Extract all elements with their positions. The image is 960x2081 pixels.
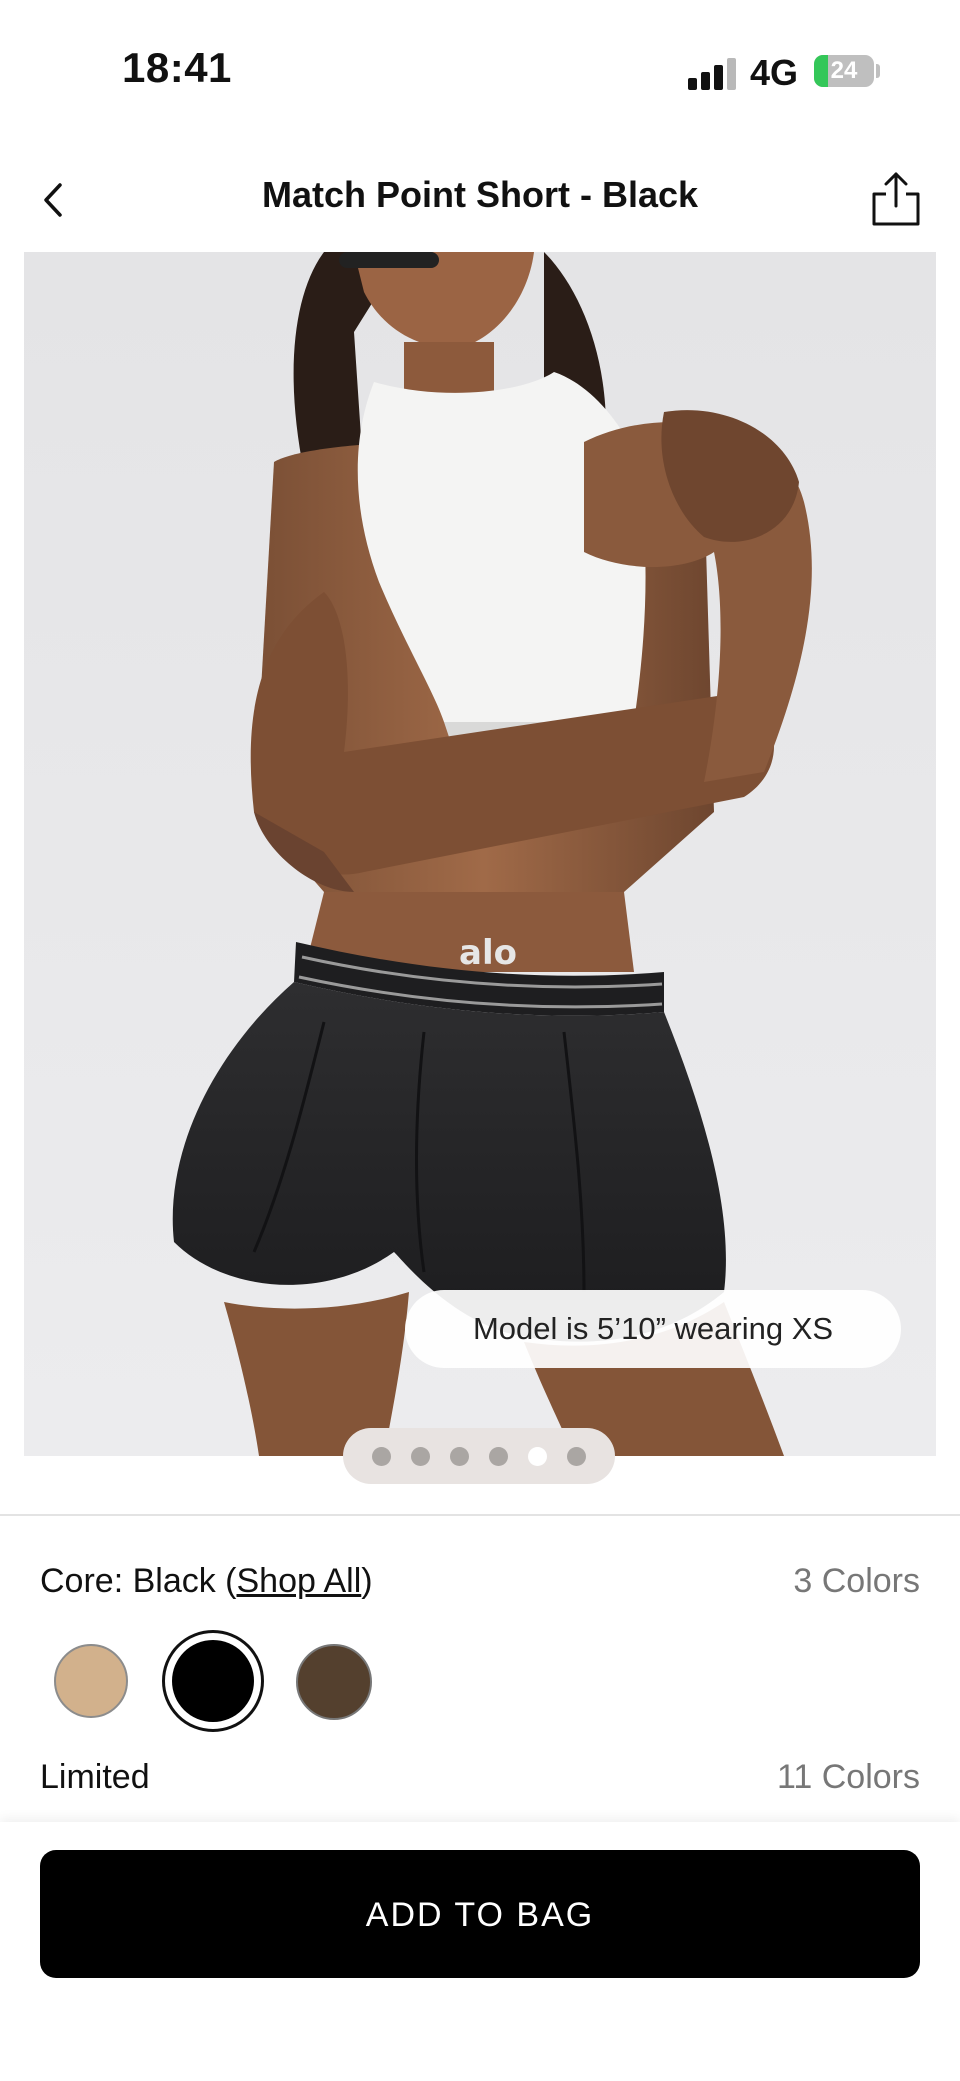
brand-mark: alo <box>459 933 517 973</box>
core-color-prefix: Core: Black ( <box>40 1562 237 1600</box>
page-dot[interactable] <box>450 1447 469 1466</box>
model-size-note: Model is 5’10” wearing XS <box>405 1290 901 1368</box>
swatch-black[interactable] <box>172 1640 254 1722</box>
share-icon <box>872 172 920 226</box>
divider <box>0 1514 960 1516</box>
page-dot[interactable] <box>489 1447 508 1466</box>
core-color-suffix: ) <box>361 1562 373 1600</box>
product-photo: alo <box>24 252 936 1456</box>
limited-label: Limited <box>40 1758 150 1796</box>
status-time: 18:41 <box>122 44 232 91</box>
page-dot[interactable] <box>372 1447 391 1466</box>
page-title: Match Point Short - Black <box>261 174 699 215</box>
chevron-left-icon <box>44 183 62 217</box>
battery-level: 24 <box>830 57 858 84</box>
header: Match Point Short - Black <box>0 150 960 250</box>
limited-color-row[interactable]: Limited 11 Colors <box>40 1752 920 1802</box>
share-button[interactable] <box>868 168 924 228</box>
swatch-tan[interactable] <box>54 1644 128 1718</box>
limited-color-count: 11 Colors <box>777 1758 920 1796</box>
core-color-row: Core: Black (Shop All) 3 Colors <box>40 1556 920 1606</box>
back-button[interactable] <box>30 175 80 225</box>
swatch-brown[interactable] <box>296 1644 372 1720</box>
color-swatches <box>40 1630 440 1732</box>
core-color-count: 3 Colors <box>793 1562 920 1600</box>
add-to-bag-button[interactable]: ADD TO BAG <box>40 1850 920 1978</box>
page-dot[interactable] <box>567 1447 586 1466</box>
signal-icon <box>688 58 736 90</box>
product-image[interactable]: alo Model is 5’10” wearing XS <box>24 252 936 1456</box>
core-color-label: Core: Black (Shop All) <box>40 1562 373 1601</box>
battery-cap <box>876 64 880 78</box>
bottom-bar: ADD TO BAG <box>0 1822 960 2081</box>
battery-icon: 24 <box>814 55 874 87</box>
image-pagination[interactable] <box>343 1428 615 1484</box>
page-dot[interactable] <box>411 1447 430 1466</box>
shop-all-link[interactable]: Shop All <box>237 1562 362 1600</box>
network-type: 4G <box>750 52 799 93</box>
page-dot-active[interactable] <box>528 1447 547 1466</box>
status-bar: 18:41 4G 24 <box>0 0 960 130</box>
